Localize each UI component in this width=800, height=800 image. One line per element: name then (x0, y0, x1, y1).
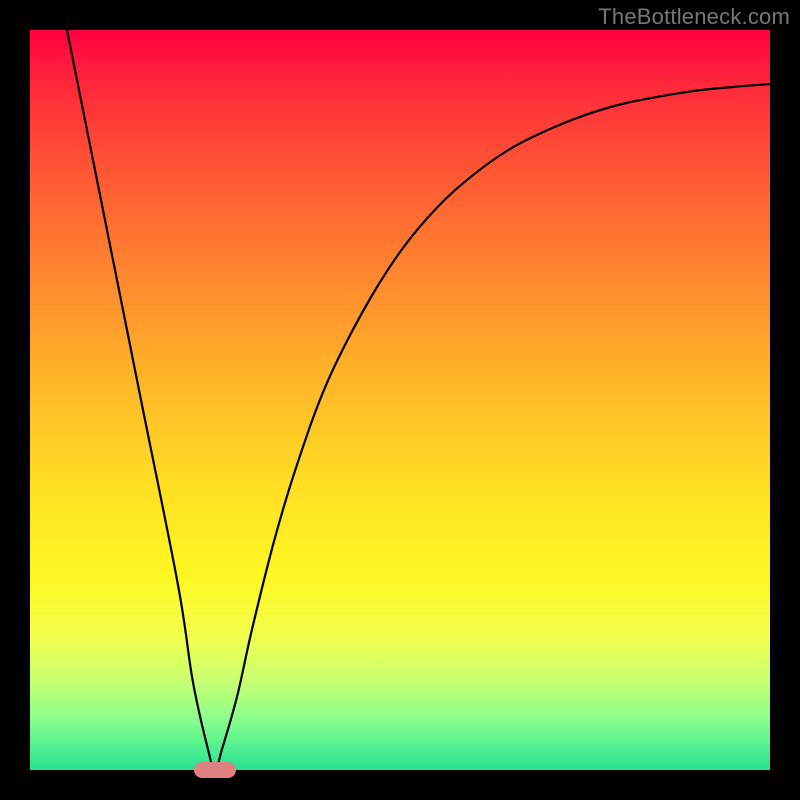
curve-svg (30, 30, 770, 770)
watermark-text: TheBottleneck.com (598, 4, 790, 30)
bottleneck-curve-path (67, 30, 770, 770)
plot-area (30, 30, 770, 770)
chart-frame: TheBottleneck.com (0, 0, 800, 800)
minimum-marker (194, 762, 236, 778)
